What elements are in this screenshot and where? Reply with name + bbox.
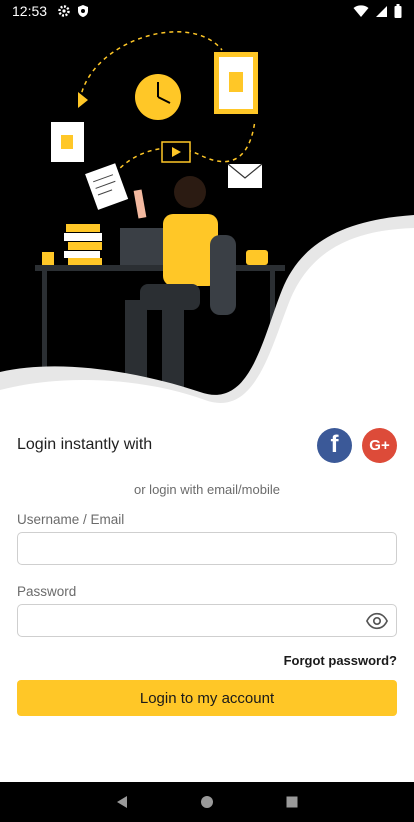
home-icon <box>200 796 213 808</box>
coffee-cup <box>246 250 268 265</box>
clock-icon <box>135 74 181 120</box>
envelope-icon <box>227 163 263 188</box>
wifi-icon <box>353 4 369 17</box>
navigation-bar <box>0 782 414 822</box>
battery-icon <box>394 4 402 18</box>
social-login-row: Login instantly with f G+ <box>17 427 397 463</box>
shield-icon <box>78 5 89 17</box>
social-buttons: f G+ <box>317 427 397 463</box>
back-icon <box>117 796 128 808</box>
login-instantly-label: Login instantly with <box>17 436 153 453</box>
home-button[interactable] <box>195 790 219 814</box>
books-stack <box>64 224 102 265</box>
google-plus-icon: G+ <box>369 436 390 454</box>
arrow-head-icon <box>78 92 88 108</box>
username-input[interactable] <box>17 532 397 565</box>
password-label: Password <box>17 584 77 599</box>
pencil-cup <box>42 252 54 265</box>
chair <box>210 235 236 315</box>
document-icon <box>51 122 84 162</box>
forgot-password-link[interactable]: Forgot password? <box>284 653 397 668</box>
gear-icon <box>58 5 70 17</box>
signal-icon <box>376 5 387 17</box>
recents-button[interactable] <box>280 790 304 814</box>
password-input[interactable] <box>17 604 397 637</box>
facebook-icon: f <box>330 431 339 458</box>
picture-frame-icon <box>214 52 258 114</box>
facebook-login-button[interactable]: f <box>317 427 352 463</box>
video-play-icon <box>161 141 191 163</box>
recents-icon <box>286 796 298 808</box>
desk-top <box>35 265 285 271</box>
google-plus-login-button[interactable]: G+ <box>362 427 397 463</box>
person-figure <box>120 176 218 398</box>
eye-icon[interactable] <box>366 610 388 632</box>
username-label: Username / Email <box>17 512 125 527</box>
status-bar: 12:53 <box>0 0 414 22</box>
paper-sheet-icon <box>85 163 129 210</box>
back-button[interactable] <box>110 790 134 814</box>
desk-leg-left <box>42 271 47 381</box>
status-time: 12:53 <box>12 3 48 19</box>
alt-login-text: or login with email/mobile <box>134 482 280 497</box>
login-button[interactable]: Login to my account <box>17 680 397 716</box>
hero-svg <box>0 31 414 412</box>
hero-illustration <box>0 0 414 412</box>
